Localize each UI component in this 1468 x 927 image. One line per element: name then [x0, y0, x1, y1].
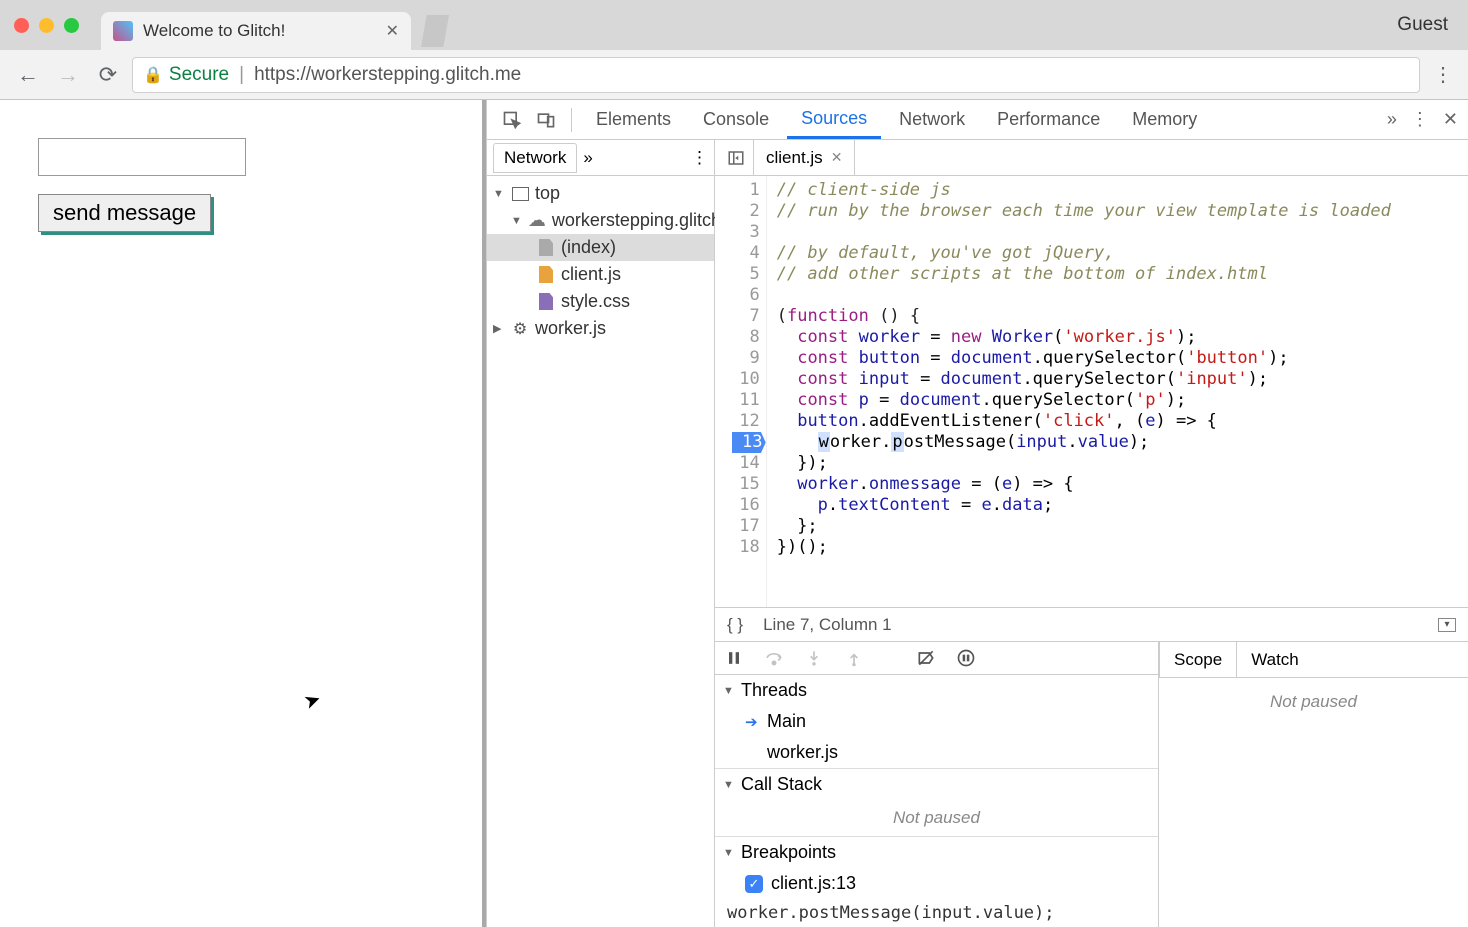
current-thread-icon: ➔ [745, 713, 759, 731]
breakpoint-code: worker.postMessage(input.value); [715, 899, 1158, 927]
inspect-icon[interactable] [497, 105, 527, 135]
tab-memory[interactable]: Memory [1118, 100, 1211, 139]
tab-title: Welcome to Glitch! [143, 21, 376, 41]
tree-file-style[interactable]: style.css [487, 288, 714, 315]
window-zoom-button[interactable] [64, 18, 79, 33]
devtools-tabs: Elements Console Sources Network Perform… [487, 100, 1468, 140]
callstack-header[interactable]: ▼ Call Stack [715, 769, 1158, 800]
step-out-button[interactable] [843, 647, 865, 669]
webpage-content: send message [0, 100, 486, 927]
send-message-button[interactable]: send message [38, 194, 211, 232]
scope-empty: Not paused [1159, 678, 1468, 720]
message-input[interactable] [38, 138, 246, 176]
frame-icon [511, 185, 529, 203]
navigator-tab-network[interactable]: Network [493, 143, 577, 173]
window-minimize-button[interactable] [39, 18, 54, 33]
reload-button[interactable]: ⟳ [92, 59, 124, 91]
pause-on-exceptions-button[interactable] [955, 647, 977, 669]
format-code-icon[interactable]: { } [727, 615, 743, 635]
deactivate-breakpoints-button[interactable] [915, 647, 937, 669]
tab-elements[interactable]: Elements [582, 100, 685, 139]
device-toggle-icon[interactable] [531, 105, 561, 135]
url-text: https://workerstepping.glitch.me [254, 64, 521, 86]
devtools-close-icon[interactable]: ✕ [1443, 109, 1458, 130]
devtools-menu-icon[interactable]: ⋮ [1411, 109, 1429, 130]
tab-watch[interactable]: Watch [1237, 642, 1313, 677]
tab-performance[interactable]: Performance [983, 100, 1114, 139]
navigator-more-icon[interactable]: » [583, 148, 592, 168]
favicon-icon [113, 21, 133, 41]
cursor-position: Line 7, Column 1 [763, 615, 892, 635]
tab-close-icon[interactable]: ✕ [386, 21, 399, 41]
js-file-icon [539, 266, 553, 283]
lock-icon: 🔒 [143, 65, 163, 85]
line-gutter[interactable]: 1 2 3 4 5 6 7 8 9 10 11 12 13 14 15 16 1… [715, 176, 767, 607]
tab-scope[interactable]: Scope [1159, 642, 1237, 677]
thread-main[interactable]: ➔ Main [715, 706, 1158, 737]
devtools-panel: Elements Console Sources Network Perform… [486, 100, 1468, 927]
cloud-icon: ☁ [528, 212, 546, 230]
editor-status-bar: { } Line 7, Column 1 ▾ [715, 607, 1468, 641]
address-bar[interactable]: 🔒 Secure | https://workerstepping.glitch… [132, 57, 1420, 93]
thread-worker[interactable]: worker.js [715, 737, 1158, 768]
tree-file-index[interactable]: (index) [487, 234, 714, 261]
pause-button[interactable] [723, 647, 745, 669]
step-into-button[interactable] [803, 647, 825, 669]
tab-console[interactable]: Console [689, 100, 783, 139]
toggle-drawer-icon[interactable]: ▾ [1438, 618, 1456, 632]
sources-navigator: Network » ⋮ ▼ top ▼ ☁ workerstepping.gli… [487, 140, 715, 927]
code-tab-client[interactable]: client.js ✕ [754, 140, 855, 175]
tab-sources[interactable]: Sources [787, 100, 881, 139]
tab-network[interactable]: Network [885, 100, 979, 139]
window-controls [0, 18, 93, 33]
code-editor[interactable]: 1 2 3 4 5 6 7 8 9 10 11 12 13 14 15 16 1… [715, 176, 1468, 607]
tree-file-client[interactable]: client.js [487, 261, 714, 288]
new-tab-button[interactable] [421, 15, 449, 47]
forward-button[interactable]: → [52, 59, 84, 91]
tree-domain[interactable]: ▼ ☁ workerstepping.glitch [487, 207, 714, 234]
profile-label[interactable]: Guest [1397, 14, 1448, 36]
back-button[interactable]: ← [12, 59, 44, 91]
file-icon [539, 239, 553, 256]
window-close-button[interactable] [14, 18, 29, 33]
more-tabs-icon[interactable]: » [1387, 109, 1397, 130]
tree-worker[interactable]: ▶ ⚙ worker.js [487, 315, 714, 342]
callstack-empty: Not paused [715, 800, 1158, 836]
step-over-button[interactable] [763, 647, 785, 669]
secure-label: Secure [169, 64, 229, 86]
navigator-menu-icon[interactable]: ⋮ [691, 148, 708, 168]
debug-toolbar [715, 642, 1158, 675]
breakpoint-item[interactable]: ✓ client.js:13 [715, 868, 1158, 899]
breakpoints-header[interactable]: ▼ Breakpoints [715, 837, 1158, 868]
browser-tab[interactable]: Welcome to Glitch! ✕ [101, 12, 411, 50]
tree-frame-top[interactable]: ▼ top [487, 180, 714, 207]
code-sidebar-toggle-icon[interactable] [719, 140, 754, 175]
worker-icon: ⚙ [511, 320, 529, 338]
browser-menu-icon[interactable]: ⋮ [1428, 62, 1456, 87]
threads-header[interactable]: ▼ Threads [715, 675, 1158, 706]
debugger-pane: ▼ Threads ➔ Main worker.js [715, 641, 1468, 927]
breakpoint-checkbox[interactable]: ✓ [745, 875, 763, 893]
css-file-icon [539, 293, 553, 310]
code-tab-close-icon[interactable]: ✕ [831, 149, 843, 166]
code-editor-pane: client.js ✕ 1 2 3 4 5 6 7 8 9 10 11 12 1… [715, 140, 1468, 927]
browser-toolbar: ← → ⟳ 🔒 Secure | https://workerstepping.… [0, 50, 1468, 100]
breakpoint-marker[interactable]: 13 [732, 432, 766, 453]
browser-tab-strip: Welcome to Glitch! ✕ Guest [0, 0, 1468, 50]
